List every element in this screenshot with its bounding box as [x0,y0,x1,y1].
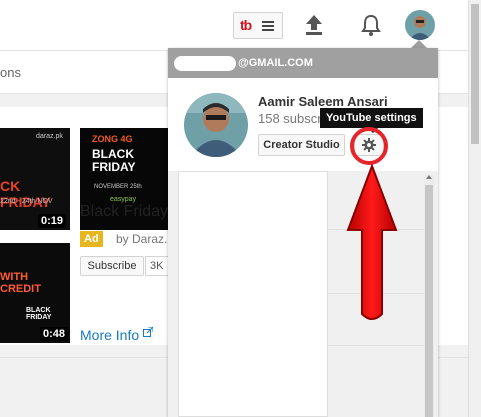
account-menu-header: @GMAIL.COM [168,48,438,78]
page-scrollbar[interactable] [468,0,481,417]
thumbnail-brand: daraz.pk [36,133,63,140]
ad-channel[interactable]: by Daraz. [116,232,167,246]
video-duration: 0:19 [38,214,67,228]
video-thumbnail[interactable]: WITH CREDIT BLACK FRIDAY 0:48 [0,243,70,343]
notifications-bell-icon[interactable] [360,13,382,37]
more-info-label: More Info [80,327,140,343]
thumbnail-brand: ZONG 4G [92,134,133,144]
video-thumbnail[interactable]: daraz.pk CK FRIDAY 22nd - 24th NOV 0:19 [0,128,70,230]
account-menu-avatar[interactable] [184,93,248,157]
external-link-icon [143,326,154,337]
video-duration: 0:48 [40,327,69,341]
more-info-link[interactable]: More Info [80,326,154,343]
thumbnail-overlay: BLACK FRIDAY [26,307,52,321]
account-avatar[interactable] [405,10,435,40]
redacted-email-mask [174,56,236,71]
thumbnail-sponsor: easypay [110,196,137,203]
top-bar: tb [0,0,468,51]
account-subscriber-count: 158 subscribers [258,111,326,126]
scroll-up-arrow-icon[interactable] [426,175,432,179]
red-arrow-annotation [346,164,398,320]
ad-badge: Ad [80,231,103,247]
account-name: Aamir Saleem Ansari [258,94,388,109]
hamburger-icon [262,21,274,31]
account-menu-scrollbar-thumb[interactable] [425,185,433,417]
list-divider [328,345,424,346]
subnav-label[interactable]: ons [0,65,21,80]
settings-tooltip: YouTube settings [320,108,423,128]
thumbnail-headline: CK FRIDAY [0,178,51,210]
account-menu-scrollbar[interactable] [424,175,434,417]
highlight-circle [350,127,388,165]
thumbnail-date: NOVEMBER 25th [94,184,142,190]
page-scrollbar-thumb[interactable] [471,4,479,144]
subscribe-button[interactable]: Subscribe [80,256,144,276]
ad-title[interactable]: Black Friday [80,203,168,221]
upload-icon[interactable] [304,13,324,37]
thumbnail-headline: BLACK FRIDAY [92,147,136,174]
thumbnail-headline: WITH CREDIT [0,271,41,295]
tubebuddy-logo: tb [240,17,252,33]
account-list-panel [178,171,328,417]
subscriber-count: 3K [145,256,169,276]
thumbnail-dates: 22nd - 24th NOV [0,198,53,205]
creator-studio-button[interactable]: Creator Studio [258,134,345,156]
account-email: @GMAIL.COM [238,57,313,69]
tubebuddy-menu-button[interactable]: tb [233,12,283,39]
